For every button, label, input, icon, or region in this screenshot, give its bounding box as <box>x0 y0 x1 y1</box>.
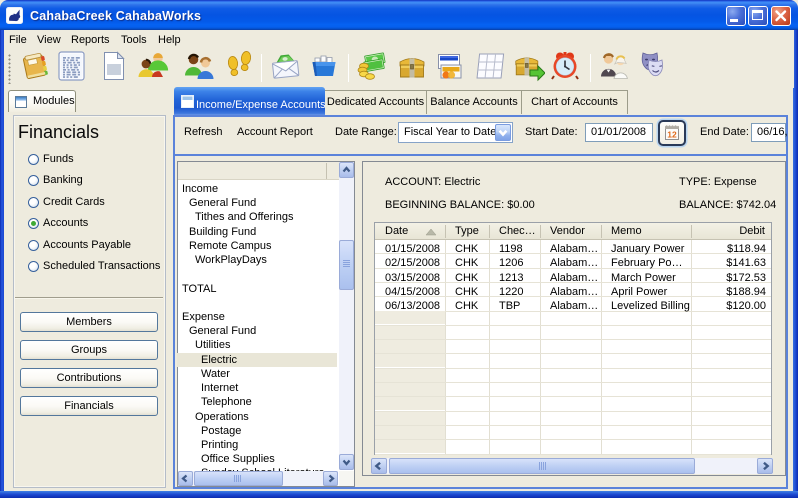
svg-text:12: 12 <box>667 130 677 140</box>
